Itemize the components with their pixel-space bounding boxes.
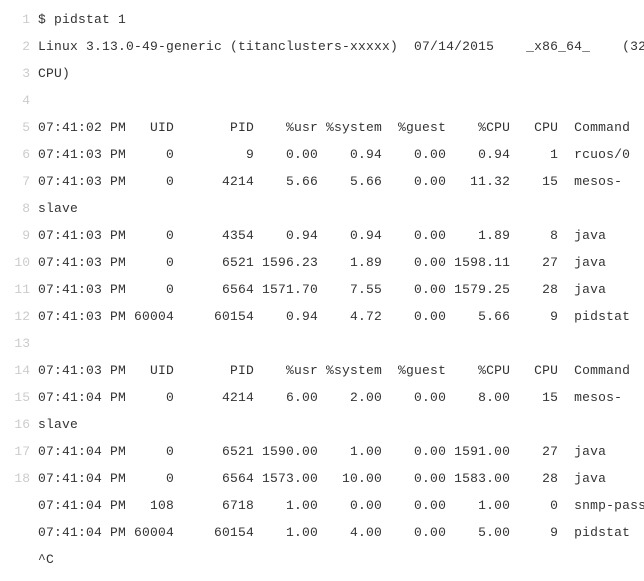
line-number: 3 [0, 60, 38, 87]
code-line: 1407:41:03 PM UID PID %usr %system %gues… [0, 357, 644, 384]
line-number: 9 [0, 222, 38, 249]
line-number: 1 [0, 6, 38, 33]
line-number: 5 [0, 114, 38, 141]
code-line: 2Linux 3.13.0-49-generic (titanclusters-… [0, 33, 644, 60]
code-line: 4 [0, 87, 644, 114]
line-text: 07:41:03 PM UID PID %usr %system %guest … [38, 357, 630, 384]
line-text: 07:41:03 PM 0 6521 1596.23 1.89 0.00 159… [38, 249, 606, 276]
code-line: 1507:41:04 PM 0 4214 6.00 2.00 0.00 8.00… [0, 384, 644, 411]
code-line: 1107:41:03 PM 0 6564 1571.70 7.55 0.00 1… [0, 276, 644, 303]
line-text: 07:41:02 PM UID PID %usr %system %guest … [38, 114, 630, 141]
line-text: 07:41:03 PM 0 4214 5.66 5.66 0.00 11.32 … [38, 168, 622, 195]
line-number: 18 [0, 465, 38, 492]
code-line: 8slave [0, 195, 644, 222]
line-number: 7 [0, 168, 38, 195]
line-text: 07:41:04 PM 60004 60154 1.00 4.00 0.00 5… [38, 519, 630, 546]
line-number: 16 [0, 411, 38, 438]
line-text: ^C [38, 546, 54, 573]
code-line: ^C [0, 546, 644, 573]
code-line: 3CPU) [0, 60, 644, 87]
code-line: 1207:41:03 PM 60004 60154 0.94 4.72 0.00… [0, 303, 644, 330]
code-block: 1$ pidstat 12Linux 3.13.0-49-generic (ti… [0, 0, 644, 581]
line-text: 07:41:04 PM 108 6718 1.00 0.00 0.00 1.00… [38, 492, 644, 519]
code-line: 1007:41:03 PM 0 6521 1596.23 1.89 0.00 1… [0, 249, 644, 276]
line-text: 07:41:03 PM 60004 60154 0.94 4.72 0.00 5… [38, 303, 630, 330]
code-line: 907:41:03 PM 0 4354 0.94 0.94 0.00 1.89 … [0, 222, 644, 249]
code-line: 1$ pidstat 1 [0, 6, 644, 33]
line-number: 8 [0, 195, 38, 222]
line-number: 4 [0, 87, 38, 114]
line-text: 07:41:03 PM 0 9 0.00 0.94 0.00 0.94 1 rc… [38, 141, 630, 168]
code-line: 707:41:03 PM 0 4214 5.66 5.66 0.00 11.32… [0, 168, 644, 195]
line-text: CPU) [38, 60, 70, 87]
line-text: Linux 3.13.0-49-generic (titanclusters-x… [38, 33, 644, 60]
code-line: 1707:41:04 PM 0 6521 1590.00 1.00 0.00 1… [0, 438, 644, 465]
code-line: 07:41:04 PM 60004 60154 1.00 4.00 0.00 5… [0, 519, 644, 546]
line-number: 11 [0, 276, 38, 303]
code-line: 07:41:04 PM 108 6718 1.00 0.00 0.00 1.00… [0, 492, 644, 519]
line-text: 07:41:04 PM 0 6564 1573.00 10.00 0.00 15… [38, 465, 606, 492]
code-line: 13 [0, 330, 644, 357]
code-line: 507:41:02 PM UID PID %usr %system %guest… [0, 114, 644, 141]
line-text: 07:41:04 PM 0 6521 1590.00 1.00 0.00 159… [38, 438, 606, 465]
line-text: $ pidstat 1 [38, 6, 126, 33]
line-text: 07:41:03 PM 0 4354 0.94 0.94 0.00 1.89 8… [38, 222, 606, 249]
line-number: 10 [0, 249, 38, 276]
line-text: slave [38, 411, 78, 438]
line-number: 12 [0, 303, 38, 330]
line-number: 2 [0, 33, 38, 60]
line-text: slave [38, 195, 78, 222]
code-line: 16slave [0, 411, 644, 438]
line-number: 13 [0, 330, 38, 357]
line-number: 17 [0, 438, 38, 465]
code-line: 607:41:03 PM 0 9 0.00 0.94 0.00 0.94 1 r… [0, 141, 644, 168]
line-text: 07:41:03 PM 0 6564 1571.70 7.55 0.00 157… [38, 276, 606, 303]
line-text: 07:41:04 PM 0 4214 6.00 2.00 0.00 8.00 1… [38, 384, 622, 411]
line-number: 14 [0, 357, 38, 384]
line-number: 6 [0, 141, 38, 168]
line-number: 15 [0, 384, 38, 411]
code-line: 1807:41:04 PM 0 6564 1573.00 10.00 0.00 … [0, 465, 644, 492]
